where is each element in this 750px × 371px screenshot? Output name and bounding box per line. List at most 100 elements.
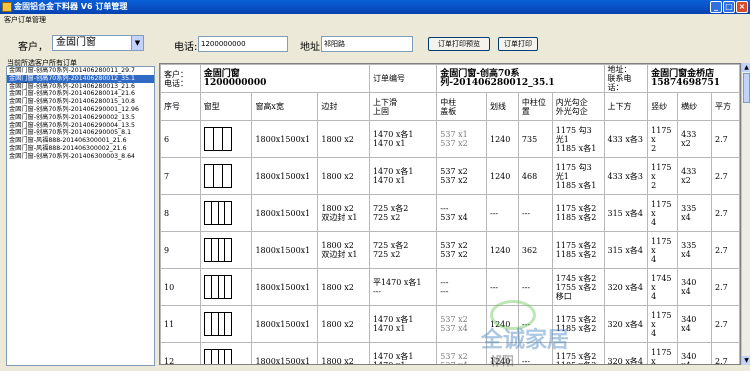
- column-header[interactable]: 中柱位 置: [517, 92, 553, 121]
- customer-info-value: 金固门窗 1200000000: [199, 64, 370, 93]
- customer-select[interactable]: 金固门窗 ▼: [52, 35, 144, 51]
- table-row[interactable]: 12 1800x1500x11800 x21470 x各1 1470 x1537 …: [160, 342, 740, 364]
- window-diagram: [203, 127, 232, 151]
- window-type-icon: [199, 231, 253, 269]
- cell-line: 1240: [485, 305, 519, 343]
- menu-customer-orders[interactable]: 客户订单管理: [4, 16, 46, 24]
- grid-scrollbar[interactable]: ▲ ▼: [741, 63, 750, 365]
- column-header[interactable]: 内光勾企 外光勾企: [551, 92, 605, 121]
- address-info-label: 地址： 联系电话：: [603, 64, 649, 93]
- order-header-row: 客户： 电话： 金固门窗 1200000000 订单编号 金固门窗-创高70系列…: [160, 64, 740, 93]
- cell-updown: 320 x各4: [603, 305, 649, 343]
- table-row[interactable]: 6 1800x1500x1 1800 x2 1470 x各1 1470 x1 537 x…: [160, 120, 740, 158]
- cell-side: 1800 x2: [317, 157, 370, 195]
- cell-rail: 725 x各2 725 x2: [368, 231, 438, 269]
- close-button[interactable]: ×: [736, 1, 748, 13]
- cell-size: 1800x1500x1: [251, 305, 319, 343]
- column-header[interactable]: 上下方: [603, 92, 649, 121]
- cell-line: 1240: [485, 342, 519, 364]
- cell-rail: 1470 x各1 1470 x1: [368, 120, 438, 158]
- menu-bar: 客户订单管理: [0, 14, 750, 26]
- cell-hook: 1175 勾3 光1 1185 x各1: [551, 120, 605, 158]
- cell-size: 1800x1500x1: [251, 342, 319, 364]
- column-header[interactable]: 边封: [317, 92, 370, 121]
- order-list-item[interactable]: 金固门窗-风福888-201406300002_21.6: [7, 145, 154, 153]
- order-list-item[interactable]: 金固门窗-创高70系列-201406290005_8.1: [7, 129, 154, 137]
- cell-size: 1800x1500x1: [251, 231, 319, 269]
- cell-cover: 537 x2 537 x4: [436, 342, 487, 364]
- cell-rail: 平1470 x各1 ---: [368, 268, 438, 306]
- column-header[interactable]: 窗型: [199, 92, 253, 121]
- column-header[interactable]: 平方: [710, 92, 740, 121]
- phone-field[interactable]: 1200000000: [198, 36, 288, 52]
- cell-updown: 433 x各3: [603, 120, 649, 158]
- mullion-line: [211, 239, 213, 261]
- order-list-item[interactable]: 金固门窗-创高70系列-201406290002_13.5: [7, 114, 154, 122]
- mullion-line: [211, 276, 213, 298]
- cell-side: 1800 x2: [317, 120, 370, 158]
- maximize-button[interactable]: □: [723, 1, 735, 13]
- order-list-item[interactable]: 金固门窗-创高70系列-201406290001_12.96: [7, 106, 154, 114]
- window-diagram: [203, 238, 232, 262]
- order-grid[interactable]: 客户： 电话： 金固门窗 1200000000 订单编号 金固门窗-创高70系列…: [159, 63, 741, 365]
- cell-pos: ---: [517, 305, 553, 343]
- column-header[interactable]: 序号: [160, 92, 201, 121]
- cell-vscreen: 1175 x 2: [647, 157, 679, 195]
- mullion-line: [211, 350, 213, 364]
- table-row[interactable]: 10 1800x1500x1 1800 x2 平1470 x各1 --- --- ---…: [160, 268, 740, 306]
- table-row[interactable]: 8 1800x1500x1 1800 x2 双边封 x1 725 x各2 725 x2…: [160, 194, 740, 232]
- cell-line: 1240: [485, 231, 519, 269]
- order-list-item[interactable]: 金固门窗-创高70系列-201406280011_29.7: [7, 67, 154, 75]
- order-list-item[interactable]: 金固门窗-创高70系列-201406300003_8.64: [7, 153, 154, 161]
- cell-area: 2.7: [710, 194, 740, 232]
- window-diagram: [203, 312, 232, 336]
- cell-no: 8: [160, 194, 201, 232]
- scroll-up-icon[interactable]: ▲: [742, 63, 750, 72]
- cell-no: 10: [160, 268, 201, 306]
- column-header[interactable]: 横纱: [677, 92, 712, 121]
- cell-area: 2.7: [710, 268, 740, 306]
- order-table: 客户： 电话： 金固门窗 1200000000 订单编号 金固门窗-创高70系列…: [160, 64, 740, 364]
- print-preview-button[interactable]: 订单打印预览: [428, 37, 490, 51]
- cell-no: 6: [160, 120, 201, 158]
- address-field[interactable]: 祁阳路: [321, 36, 413, 52]
- cell-hscreen: 335 x4: [677, 194, 712, 232]
- column-header[interactable]: 上下滑 上固: [368, 92, 438, 121]
- order-list-item[interactable]: 金固门窗-创高70系列-201406280015_10.8: [7, 98, 154, 106]
- cell-rail: 725 x各2 725 x2: [368, 194, 438, 232]
- cell-hook: 1175 勾3 光1 1185 x各1: [551, 157, 605, 195]
- order-list-item[interactable]: 金固门窗-创高70系列-201406280012_35.1: [7, 74, 154, 83]
- cell-hook: 1175 x各2 1185 x各2: [551, 194, 605, 232]
- table-row[interactable]: 7 1800x1500x1 1800 x2 1470 x各1 1470 x1 537 x…: [160, 157, 740, 195]
- window-diagram: [203, 201, 232, 225]
- cell-updown: 315 x各4: [603, 194, 649, 232]
- scroll-thumb[interactable]: [743, 73, 750, 103]
- cell-line: 1240: [485, 120, 519, 158]
- address-label: 地址:: [300, 42, 324, 53]
- column-header[interactable]: 划线: [485, 92, 519, 121]
- cell-hook: 1745 x各2 1755 x各2 移口: [551, 268, 605, 306]
- order-list[interactable]: 金固门窗-创高70系列-201406280011_29.7 金固门窗-创高70系列…: [6, 66, 155, 366]
- column-header[interactable]: 窗高x宽: [251, 92, 319, 121]
- minimize-button[interactable]: _: [710, 1, 722, 13]
- cell-size: 1800x1500x1: [251, 194, 319, 232]
- customer-label: 客户，: [18, 42, 48, 53]
- cell-line: ---: [485, 194, 519, 232]
- cell-cover: --- 537 x4: [436, 194, 487, 232]
- chevron-down-icon[interactable]: ▼: [131, 36, 143, 50]
- print-button[interactable]: 订单打印: [498, 37, 538, 51]
- scroll-down-icon[interactable]: ▼: [742, 356, 750, 365]
- cell-vscreen: 1175 x 2: [647, 120, 679, 158]
- table-row[interactable]: 11 1800x1500x1 1800 x2 1470 x各1 1470 x1 537 …: [160, 305, 740, 343]
- cell-pos: 468: [517, 157, 553, 195]
- column-header[interactable]: 中柱 盖板: [436, 92, 487, 121]
- order-list-item[interactable]: 金固门窗-风福888-201406300001_21.6: [7, 137, 154, 145]
- cell-pos: ---: [517, 194, 553, 232]
- cell-updown: 320 x各4: [603, 268, 649, 306]
- cell-updown: 315 x各4: [603, 231, 649, 269]
- cell-size: 1800x1500x1: [251, 157, 319, 195]
- cell-updown: 433 x各3: [603, 157, 649, 195]
- customer-info-label: 客户： 电话：: [160, 64, 201, 93]
- column-header[interactable]: 竖纱: [647, 92, 679, 121]
- table-row[interactable]: 9 1800x1500x1 1800 x2 双边封 x1 725 x各2 725 x2…: [160, 231, 740, 269]
